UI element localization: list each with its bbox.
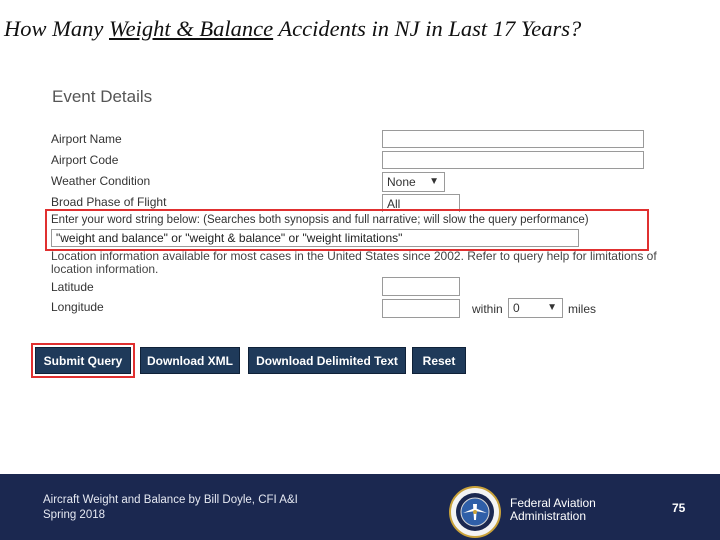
latitude-input[interactable] xyxy=(382,277,460,296)
radius-select[interactable]: 0 ▼ xyxy=(508,298,563,318)
event-details-heading: Event Details xyxy=(52,87,153,106)
faa-name-line2: Administration xyxy=(510,509,587,523)
title-pre: How Many xyxy=(4,16,109,41)
triangle-down-icon: ▼ xyxy=(547,302,557,313)
title-post: Accidents in NJ in Last 17 Years? xyxy=(273,16,582,41)
weather-condition-value: None xyxy=(387,175,416,189)
longitude-label: Longitude xyxy=(51,300,104,314)
airport-code-input[interactable] xyxy=(382,151,644,169)
miles-label: miles xyxy=(568,302,597,316)
faa-name: Federal Aviation Administration xyxy=(510,497,596,523)
location-note: Location information available for most … xyxy=(51,249,657,263)
within-label: within xyxy=(472,302,503,316)
triangle-down-icon: ▼ xyxy=(429,176,439,187)
title-underlined: Weight & Balance xyxy=(109,16,274,41)
footer-credit-line1: Aircraft Weight and Balance by Bill Doyl… xyxy=(43,494,298,506)
weather-condition-select[interactable]: None ▼ xyxy=(382,172,445,192)
longitude-input[interactable] xyxy=(382,299,460,318)
phase-of-flight-label: Broad Phase of Flight xyxy=(51,195,167,209)
reset-button[interactable]: Reset xyxy=(412,347,466,374)
footer-credit: Aircraft Weight and Balance by Bill Doyl… xyxy=(43,493,298,523)
slide-title: How Many Weight & Balance Accidents in N… xyxy=(4,16,716,42)
word-string-input[interactable]: "weight and balance" or "weight & balanc… xyxy=(51,229,579,247)
weather-condition-label: Weather Condition xyxy=(51,174,151,188)
airport-code-label: Airport Code xyxy=(51,153,119,167)
radius-value: 0 xyxy=(513,301,520,315)
latitude-label: Latitude xyxy=(51,280,94,294)
footer-credit-line2: Spring 2018 xyxy=(43,509,106,521)
page-number: 75 xyxy=(672,501,686,515)
download-xml-button[interactable]: Download XML xyxy=(140,347,240,374)
airport-name-label: Airport Name xyxy=(51,132,122,146)
submit-query-button[interactable]: Submit Query xyxy=(35,347,131,374)
location-note-continued: location information. xyxy=(51,262,159,276)
download-delimited-button[interactable]: Download Delimited Text xyxy=(248,347,406,374)
word-string-label: Enter your word string below: (Searches … xyxy=(51,214,589,226)
faa-seal-icon xyxy=(449,486,501,538)
airport-name-input[interactable] xyxy=(382,130,644,148)
